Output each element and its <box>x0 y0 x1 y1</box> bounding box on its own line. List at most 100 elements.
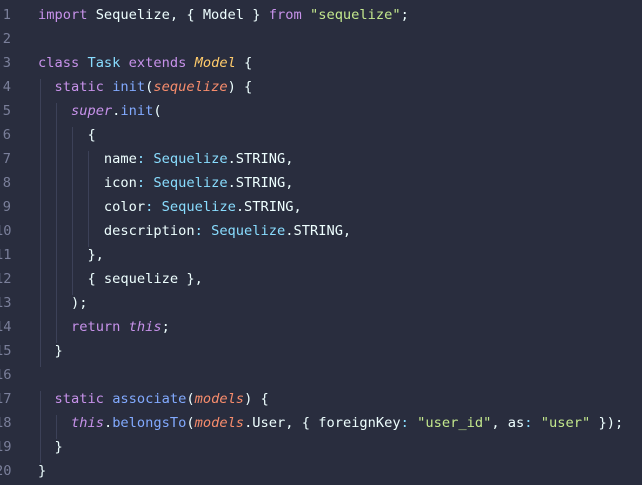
code-token: return <box>70 319 121 335</box>
line-number: 6 <box>2 127 11 143</box>
line-number: 20 <box>0 463 12 479</box>
code-token: : <box>136 175 146 191</box>
code-editor[interactable]: 1 import Sequelize, { Model } from "seque… <box>0 0 642 485</box>
code-token: this <box>128 319 162 335</box>
code-token: models <box>194 415 245 431</box>
code-token: name <box>38 151 137 167</box>
code-line[interactable]: 16 <box>0 363 642 387</box>
code-text: } <box>38 435 63 459</box>
code-token: ; <box>161 319 170 335</box>
code-line[interactable]: 7 name: Sequelize.STRING, <box>0 147 642 171</box>
code-text: this.belongsTo(models.User, { foreignKey… <box>38 411 623 435</box>
code-line[interactable]: 19 } <box>0 435 642 459</box>
code-line[interactable]: 14 return this; <box>0 315 642 339</box>
code-token: { sequelize }, <box>38 271 203 287</box>
code-token: { <box>38 127 96 143</box>
code-line[interactable]: 17 static associate(models) { <box>0 387 642 411</box>
code-line[interactable]: 8 icon: Sequelize.STRING, <box>0 171 642 195</box>
code-line[interactable]: 15 } <box>0 339 642 363</box>
code-token: }); <box>590 415 624 431</box>
code-token: icon <box>38 175 137 191</box>
line-number: 5 <box>2 103 11 119</box>
code-token: , as <box>491 415 525 431</box>
code-line[interactable]: 5 super.init( <box>0 99 642 123</box>
code-token: } <box>38 463 47 479</box>
line-number: 15 <box>0 343 12 359</box>
code-token: } <box>38 439 63 455</box>
code-token: static <box>54 391 104 407</box>
code-token: ( <box>153 103 162 119</box>
line-number: 19 <box>0 439 12 455</box>
code-text: description: Sequelize.STRING, <box>38 219 351 243</box>
code-line[interactable]: 18 this.belongsTo(models.User, { foreign… <box>0 411 642 435</box>
code-token: Sequelize, { Model } <box>87 7 269 23</box>
code-line[interactable]: 2 <box>0 27 642 51</box>
line-number: 13 <box>0 295 12 311</box>
code-token: Task <box>87 55 121 71</box>
code-token: extends <box>128 55 187 71</box>
code-token: from <box>268 7 302 23</box>
code-token: .STRING, <box>235 199 302 215</box>
line-number: 14 <box>0 319 12 335</box>
code-text: icon: Sequelize.STRING, <box>38 171 294 195</box>
code-text: ); <box>38 291 88 315</box>
line-number: 9 <box>2 199 11 215</box>
code-line[interactable]: 10 description: Sequelize.STRING, <box>0 219 642 243</box>
code-token: .User, { foreignKey <box>244 415 401 431</box>
code-token: init <box>112 79 146 95</box>
code-line[interactable]: 3 class Task extends Model { <box>0 51 642 75</box>
code-token: models <box>194 391 245 407</box>
code-line[interactable]: 13 ); <box>0 291 642 315</box>
code-token: { <box>235 55 253 71</box>
code-line[interactable]: 6 { <box>0 123 642 147</box>
line-number: 17 <box>0 391 12 407</box>
code-line[interactable]: 20} <box>0 459 642 483</box>
code-token: .STRING, <box>285 223 352 239</box>
code-line[interactable]: 4 static init(sequelize) { <box>0 75 642 99</box>
line-number: 11 <box>0 247 12 263</box>
line-number: 18 <box>0 415 12 431</box>
code-token: ; <box>400 7 409 23</box>
code-text: } <box>38 459 46 483</box>
line-number: 2 <box>2 31 11 47</box>
code-token: Sequelize <box>153 175 228 191</box>
code-text: { sequelize }, <box>38 267 203 291</box>
code-text: import Sequelize, { Model } from "sequel… <box>38 3 409 27</box>
code-line[interactable]: 9 color: Sequelize.STRING, <box>0 195 642 219</box>
code-text: name: Sequelize.STRING, <box>38 147 294 171</box>
line-number: 4 <box>2 79 11 95</box>
code-token: ) { <box>227 79 253 95</box>
code-token: : <box>194 223 203 239</box>
code-token: ) { <box>244 391 269 407</box>
code-token: ( <box>186 415 195 431</box>
code-line[interactable]: 12 { sequelize }, <box>0 267 642 291</box>
code-token: class <box>38 55 80 71</box>
code-token: .STRING, <box>227 175 294 191</box>
code-token: Model <box>194 55 236 71</box>
code-token: }, <box>38 247 104 263</box>
line-number: 12 <box>0 271 12 287</box>
code-token: } <box>38 343 63 359</box>
code-token: . <box>103 415 113 431</box>
code-line[interactable]: 1 import Sequelize, { Model } from "seque… <box>0 3 642 27</box>
line-number: 1 <box>2 7 11 23</box>
code-text: } <box>38 339 63 363</box>
code-token: "user" <box>540 415 591 431</box>
code-token: : <box>136 151 146 167</box>
code-token: "sequelize" <box>309 7 401 23</box>
line-number: 8 <box>2 175 11 191</box>
code-token: Sequelize <box>161 199 236 215</box>
code-line[interactable]: 11 }, <box>0 243 642 267</box>
code-text: class Task extends Model { <box>38 51 252 75</box>
code-token: belongsTo <box>112 415 187 431</box>
